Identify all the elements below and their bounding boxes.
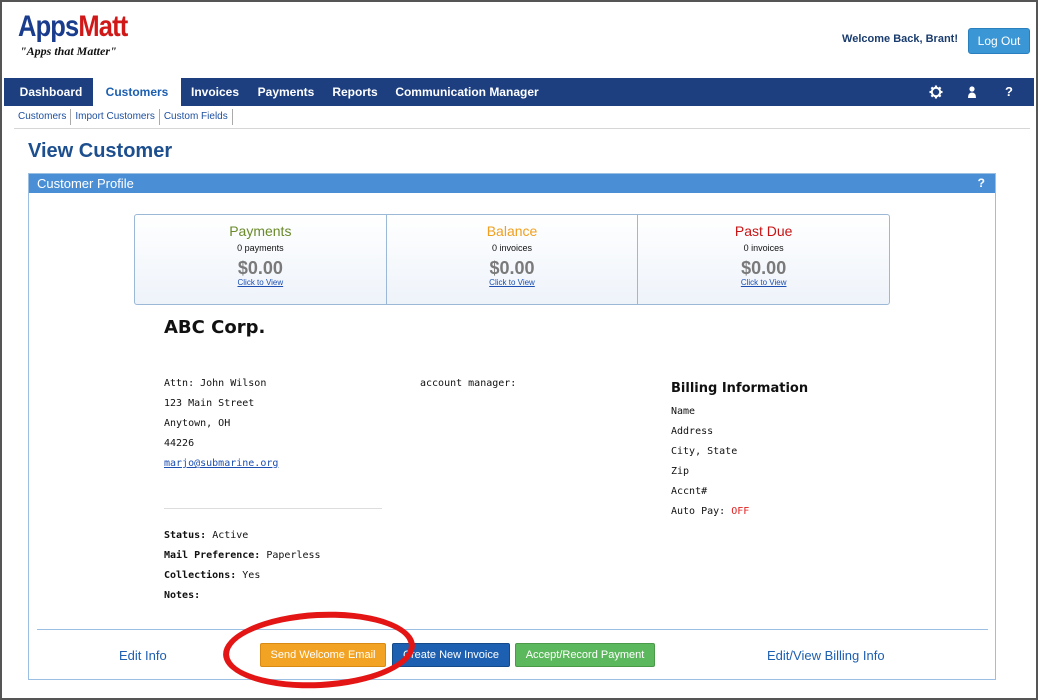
card-count: 0 invoices [491, 243, 533, 253]
panel-header: Customer Profile ? [29, 174, 995, 193]
zip: 44226 [164, 438, 195, 449]
app-window: AppsMatt "Apps that Matter" Welcome Back… [0, 0, 1038, 700]
send-welcome-email-button[interactable]: Send Welcome Email [260, 643, 386, 667]
nav-invoices[interactable]: Invoices [184, 78, 246, 106]
panel-help-icon[interactable]: ? [978, 174, 985, 193]
card-title: Past Due [734, 223, 793, 239]
payments-card: Payments 0 payments $0.00 Click to View [135, 215, 387, 304]
sub-nav: Customers Import Customers Custom Fields [16, 109, 233, 125]
edit-info-button[interactable]: Edit Info [119, 648, 167, 663]
record-payment-button[interactable]: Accept/Record Payment [515, 643, 655, 667]
card-amount: $0.00 [741, 258, 787, 278]
billing-title: Billing Information [671, 381, 809, 396]
user-icon[interactable] [963, 83, 981, 101]
nav-dashboard[interactable]: Dashboard [10, 78, 92, 106]
subnav-customers[interactable]: Customers [16, 109, 72, 125]
card-view-link[interactable]: Click to View [135, 278, 386, 287]
nav-communication-manager[interactable]: Communication Manager [392, 78, 542, 106]
logo-tagline: "Apps that Matter" [20, 44, 117, 58]
account-summary: Payments 0 payments $0.00 Click to View … [134, 214, 890, 305]
billing-account-number: Accnt# [671, 486, 708, 497]
notes-label: Notes: [164, 590, 201, 601]
billing-city-state: City, State [671, 446, 738, 457]
company-name: ABC Corp. [164, 317, 266, 338]
appsmatt-logo[interactable]: AppsMatt "Apps that Matter" [18, 12, 147, 59]
city: Anytown, OH [164, 418, 231, 429]
page-title: View Customer [28, 140, 173, 162]
logo-word-apps: Apps [18, 10, 79, 43]
card-title: Payments [229, 223, 292, 239]
gear-icon[interactable] [927, 83, 945, 101]
mail-preference-value: Paperless [266, 550, 321, 561]
edit-billing-info-button[interactable]: Edit/View Billing Info [767, 648, 885, 663]
logo-word-matt: Matt [78, 10, 128, 43]
card-amount: $0.00 [237, 258, 283, 278]
nav-customers[interactable]: Customers [93, 78, 181, 106]
customer-address: Attn: John Wilson 123 Main Street Anytow… [164, 378, 278, 478]
status-value: Active [212, 530, 249, 541]
create-new-invoice-button[interactable]: Create New Invoice [392, 643, 510, 667]
attn: Attn: John Wilson [164, 378, 267, 389]
card-count: 0 payments [237, 243, 284, 253]
email-link[interactable]: marjo@submarine.org [164, 458, 278, 469]
subnav-custom-fields[interactable]: Custom Fields [160, 109, 233, 125]
panel-title: Customer Profile [37, 176, 134, 191]
collections-value: Yes [242, 570, 261, 581]
card-view-link[interactable]: Click to View [638, 278, 889, 287]
help-icon[interactable]: ? [1000, 83, 1018, 101]
nav-reports[interactable]: Reports [326, 78, 384, 106]
card-amount: $0.00 [489, 258, 535, 278]
billing-name: Name [671, 406, 696, 417]
welcome-message: Welcome Back, Brant! [842, 33, 958, 45]
divider [14, 128, 1030, 129]
autopay-status: OFF [731, 506, 750, 517]
card-count: 0 invoices [743, 243, 784, 253]
balance-card: Balance 0 invoices $0.00 Click to View [387, 215, 639, 304]
customer-profile-panel: Customer Profile ? Payments 0 payments $… [28, 173, 996, 680]
main-nav: Dashboard Customers Invoices Payments Re… [4, 78, 1034, 106]
autopay-label: Auto Pay: [671, 506, 726, 517]
logo-wordmark: AppsMatt [18, 10, 128, 43]
mail-preference-label: Mail Preference: [164, 550, 261, 561]
collections-label: Collections: [164, 570, 237, 581]
card-view-link[interactable]: Click to View [387, 278, 638, 287]
card-title: Balance [486, 223, 538, 239]
status-label: Status: [164, 530, 207, 541]
past-due-card: Past Due 0 invoices $0.00 Click to View [638, 215, 889, 304]
subnav-import-customers[interactable]: Import Customers [71, 109, 160, 125]
divider [37, 629, 988, 630]
divider [164, 508, 382, 509]
billing-address: Address [671, 426, 714, 437]
billing-information: Billing Information Name Address City, S… [671, 381, 808, 526]
nav-payments[interactable]: Payments [251, 78, 321, 106]
customer-status: Status: Active Mail Preference: Paperles… [164, 530, 321, 610]
account-manager-label: account manager: [420, 378, 517, 389]
street: 123 Main Street [164, 398, 255, 409]
billing-zip: Zip [671, 466, 690, 477]
logout-button[interactable]: Log Out [968, 28, 1030, 54]
